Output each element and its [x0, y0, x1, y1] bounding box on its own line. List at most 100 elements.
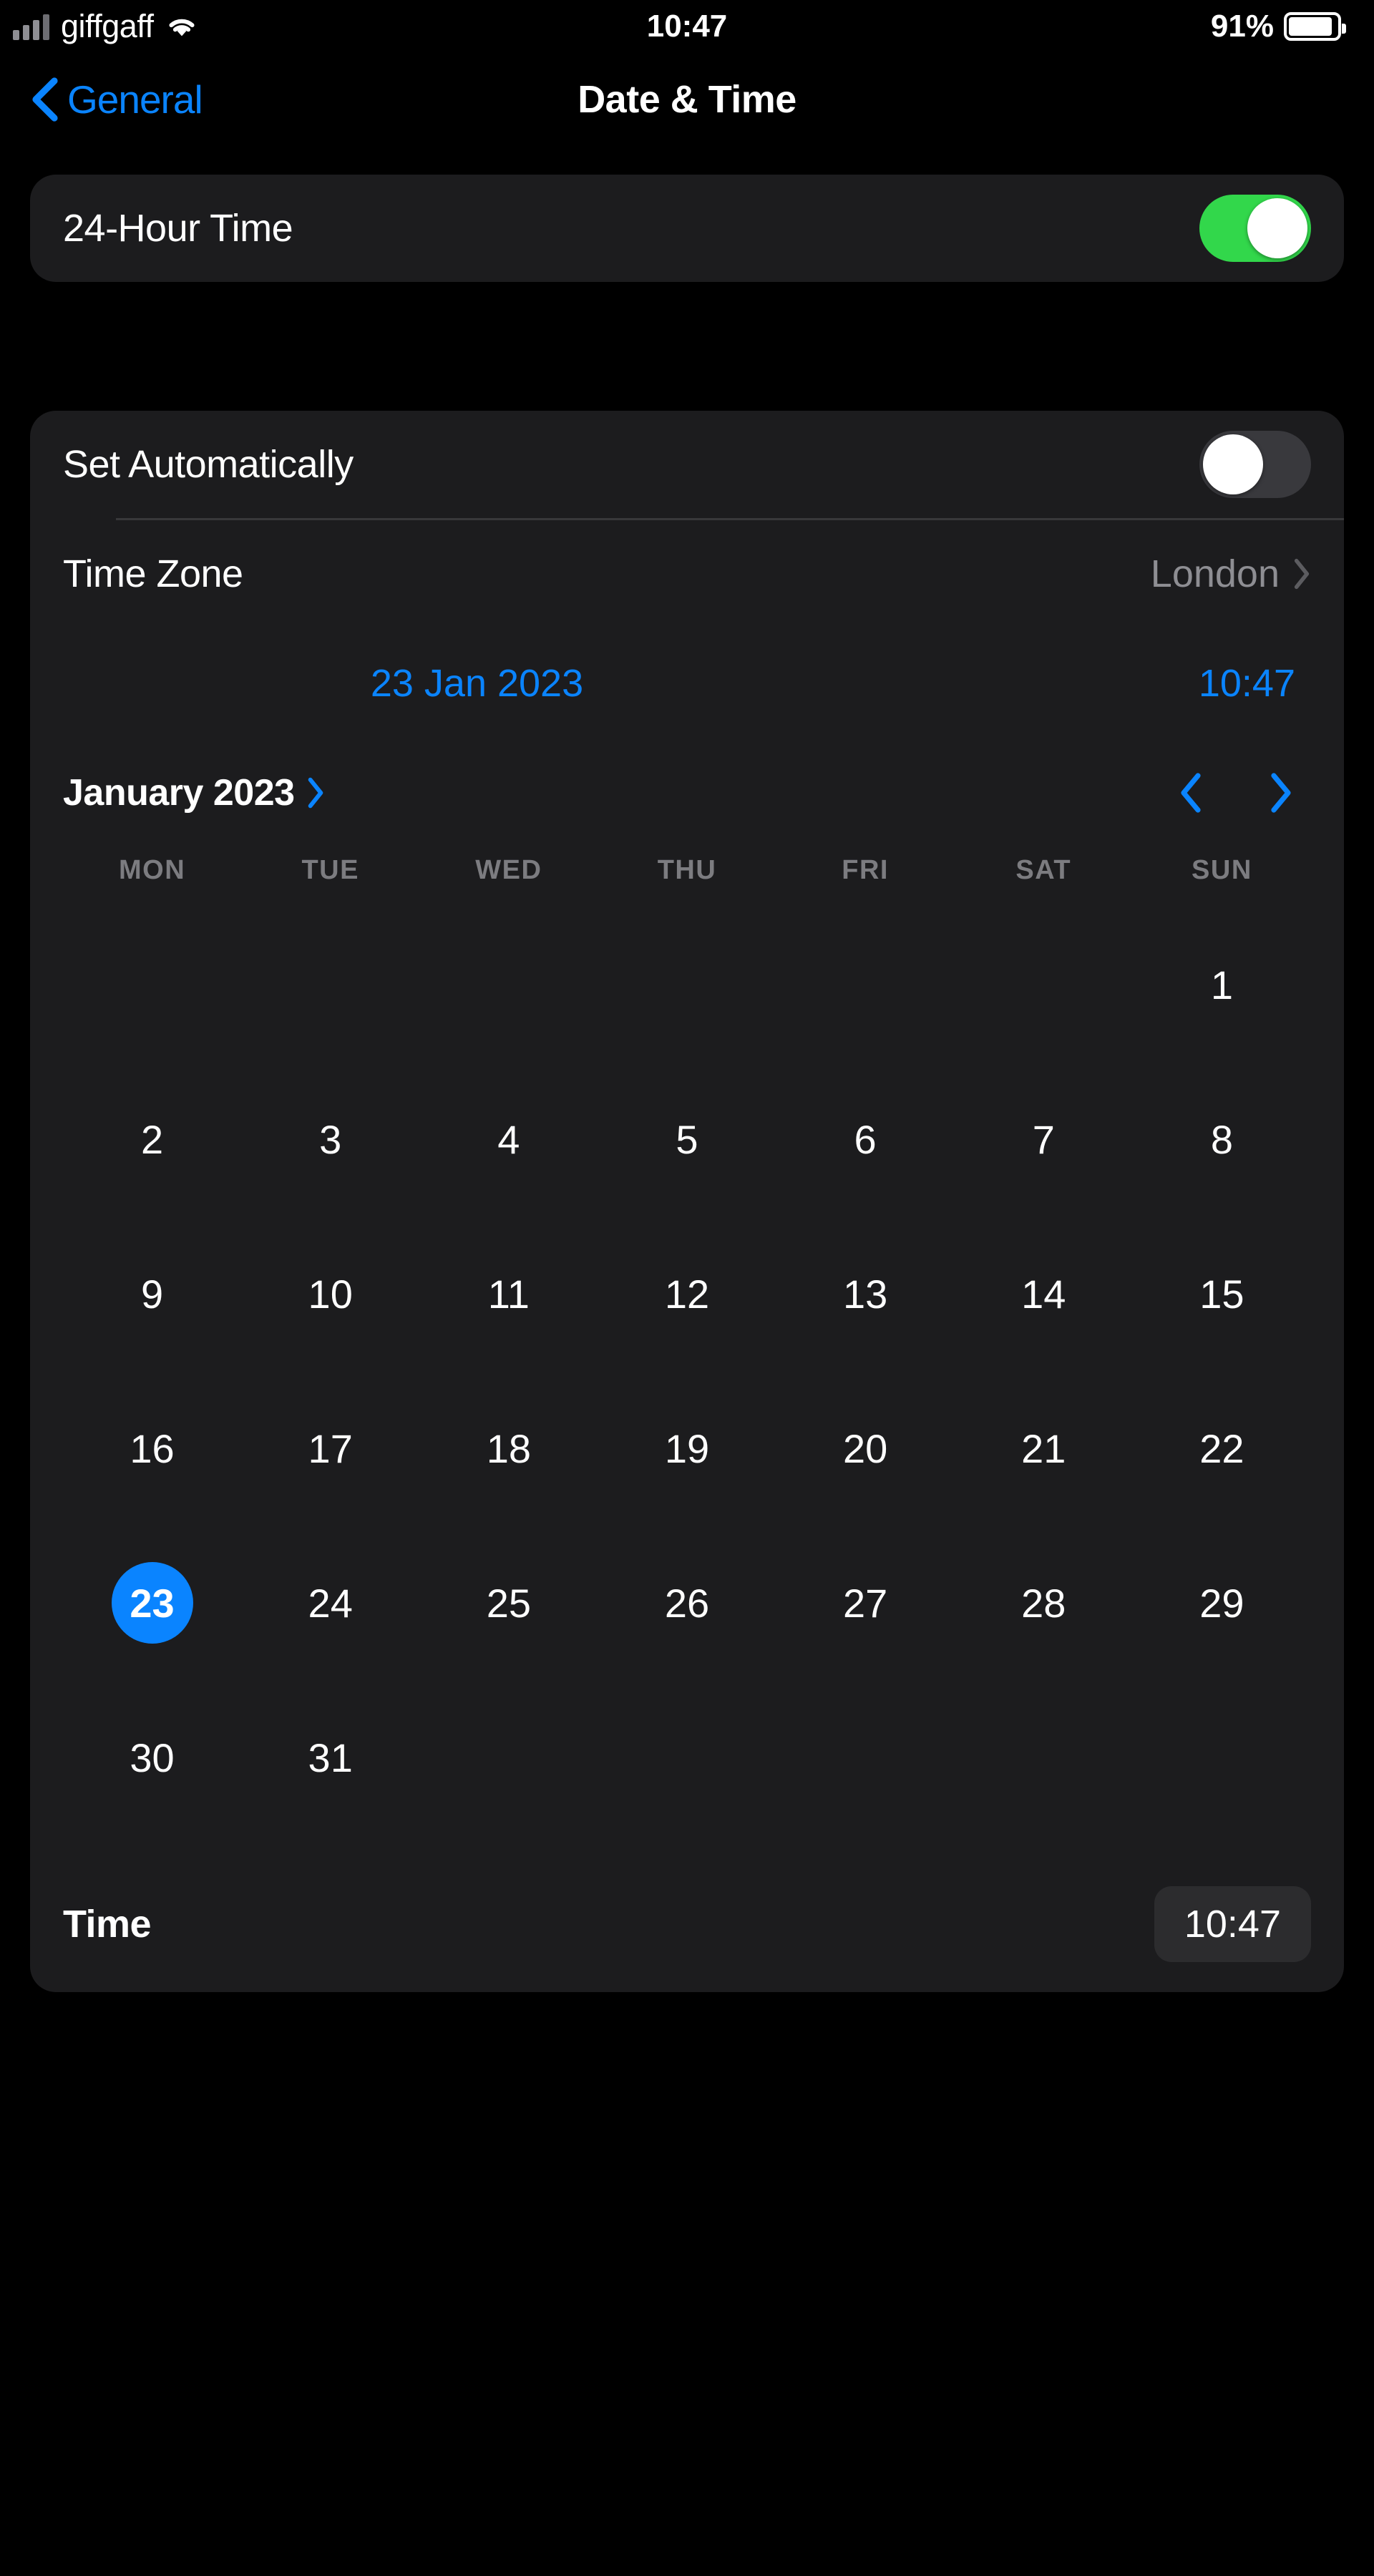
date-time-card: Set Automatically Time Zone London 23 Ja… — [30, 411, 1344, 1992]
calendar-day-28[interactable]: 28 — [955, 1526, 1133, 1680]
calendar-day-label: 22 — [1181, 1407, 1262, 1489]
status-bar-center: 10:47 — [0, 0, 1374, 53]
calendar-day-label: 16 — [112, 1407, 193, 1489]
calendar-day-label: 26 — [646, 1562, 728, 1644]
calendar-previous-month-button[interactable] — [1176, 771, 1205, 814]
calendar-day-12[interactable]: 12 — [598, 1216, 776, 1371]
calendar-day-17[interactable]: 17 — [241, 1371, 419, 1526]
navigation-bar: General Date & Time — [0, 53, 1374, 146]
battery-icon — [1284, 12, 1341, 41]
calendar-day-empty — [63, 907, 241, 1062]
spacer-between-cards — [0, 282, 1374, 411]
row-time-zone-label: Time Zone — [63, 552, 243, 596]
calendar-day-30[interactable]: 30 — [63, 1680, 241, 1835]
toggle-knob — [1247, 198, 1307, 258]
calendar-day-7[interactable]: 7 — [955, 1062, 1133, 1216]
calendar-day-label: 1 — [1181, 944, 1262, 1025]
row-24-hour-time[interactable]: 24-Hour Time — [30, 175, 1344, 282]
calendar-day-label: 30 — [112, 1717, 193, 1798]
chevron-right-icon — [306, 777, 325, 809]
calendar-day-22[interactable]: 22 — [1133, 1371, 1311, 1526]
calendar-day-5[interactable]: 5 — [598, 1062, 776, 1216]
calendar-day-11[interactable]: 11 — [419, 1216, 598, 1371]
calendar-day-empty — [598, 907, 776, 1062]
calendar-day-6[interactable]: 6 — [776, 1062, 955, 1216]
calendar-day-20[interactable]: 20 — [776, 1371, 955, 1526]
calendar-weekday-sat: SAT — [955, 847, 1133, 907]
status-bar: giffgaff 10:47 91% — [0, 0, 1374, 53]
calendar-day-27[interactable]: 27 — [776, 1526, 955, 1680]
back-button-label: General — [67, 77, 203, 122]
calendar-month-label: January 2023 — [63, 771, 295, 814]
calendar-day-empty — [776, 907, 955, 1062]
calendar-day-24[interactable]: 24 — [241, 1526, 419, 1680]
calendar-day-16[interactable]: 16 — [63, 1371, 241, 1526]
carrier-label: giffgaff — [61, 8, 153, 45]
calendar-next-month-button[interactable] — [1267, 771, 1295, 814]
time-value-button[interactable]: 10:47 — [1154, 1886, 1311, 1962]
calendar-day-26[interactable]: 26 — [598, 1526, 776, 1680]
calendar-day-21[interactable]: 21 — [955, 1371, 1133, 1526]
calendar-day-label: 20 — [824, 1407, 906, 1489]
calendar-day-label: 7 — [1003, 1098, 1084, 1180]
calendar-weekday-tue: TUE — [241, 847, 419, 907]
status-bar-clock: 10:47 — [647, 9, 728, 44]
wifi-icon — [165, 13, 199, 40]
page-title: Date & Time — [0, 53, 1374, 146]
calendar-header: January 2023 — [63, 739, 1311, 847]
calendar-day-label: 21 — [1003, 1407, 1084, 1489]
row-time-label: Time — [63, 1902, 151, 1946]
calendar-day-label: 18 — [468, 1407, 550, 1489]
calendar-day-empty — [241, 907, 419, 1062]
calendar-day-label: 29 — [1181, 1562, 1262, 1644]
calendar-day-label: 15 — [1181, 1253, 1262, 1335]
calendar-day-label: 6 — [824, 1098, 906, 1180]
calendar-day-19[interactable]: 19 — [598, 1371, 776, 1526]
calendar-day-1[interactable]: 1 — [1133, 907, 1311, 1062]
date-time-picker-fields: 23 Jan 2023 10:47 — [30, 628, 1344, 739]
status-bar-right: 91% — [1211, 9, 1341, 44]
calendar-day-2[interactable]: 2 — [63, 1062, 241, 1216]
calendar-day-10[interactable]: 10 — [241, 1216, 419, 1371]
date-field-button[interactable]: 23 Jan 2023 — [371, 661, 583, 706]
calendar-day-9[interactable]: 9 — [63, 1216, 241, 1371]
calendar-nav — [1176, 771, 1311, 814]
toggle-knob — [1203, 434, 1263, 494]
calendar-day-13[interactable]: 13 — [776, 1216, 955, 1371]
calendar-day-15[interactable]: 15 — [1133, 1216, 1311, 1371]
calendar-day-4[interactable]: 4 — [419, 1062, 598, 1216]
row-time-zone-value: London — [1151, 552, 1280, 596]
calendar-day-23[interactable]: 23 — [63, 1526, 241, 1680]
calendar-day-label: 9 — [112, 1253, 193, 1335]
toggle-set-automatically[interactable] — [1199, 431, 1311, 498]
calendar-day-25[interactable]: 25 — [419, 1526, 598, 1680]
calendar-day-label: 11 — [468, 1253, 550, 1335]
calendar-day-label: 19 — [646, 1407, 728, 1489]
calendar-day-label: 10 — [290, 1253, 371, 1335]
calendar-day-14[interactable]: 14 — [955, 1216, 1133, 1371]
toggle-24-hour-time[interactable] — [1199, 195, 1311, 262]
calendar-day-label: 14 — [1003, 1253, 1084, 1335]
calendar-day-label: 31 — [290, 1717, 371, 1798]
row-24-hour-time-label: 24-Hour Time — [63, 206, 293, 250]
row-set-automatically[interactable]: Set Automatically — [30, 411, 1344, 518]
status-bar-left: giffgaff — [13, 8, 199, 45]
calendar-day-31[interactable]: 31 — [241, 1680, 419, 1835]
calendar-day-8[interactable]: 8 — [1133, 1062, 1311, 1216]
back-button[interactable]: General — [29, 77, 203, 122]
calendar-month-button[interactable]: January 2023 — [63, 771, 325, 814]
row-time-zone[interactable]: Time Zone London — [30, 520, 1344, 628]
calendar: January 2023 — [30, 739, 1344, 1856]
calendar-day-label: 23 — [112, 1562, 193, 1644]
row-set-automatically-label: Set Automatically — [63, 442, 354, 487]
time-field-button[interactable]: 10:47 — [1199, 661, 1311, 706]
calendar-day-29[interactable]: 29 — [1133, 1526, 1311, 1680]
calendar-day-label: 24 — [290, 1562, 371, 1644]
calendar-day-label: 3 — [290, 1098, 371, 1180]
calendar-weekday-thu: THU — [598, 847, 776, 907]
calendar-day-3[interactable]: 3 — [241, 1062, 419, 1216]
calendar-day-18[interactable]: 18 — [419, 1371, 598, 1526]
chevron-left-icon — [29, 77, 60, 122]
calendar-weekday-fri: FRI — [776, 847, 955, 907]
calendar-day-label: 17 — [290, 1407, 371, 1489]
